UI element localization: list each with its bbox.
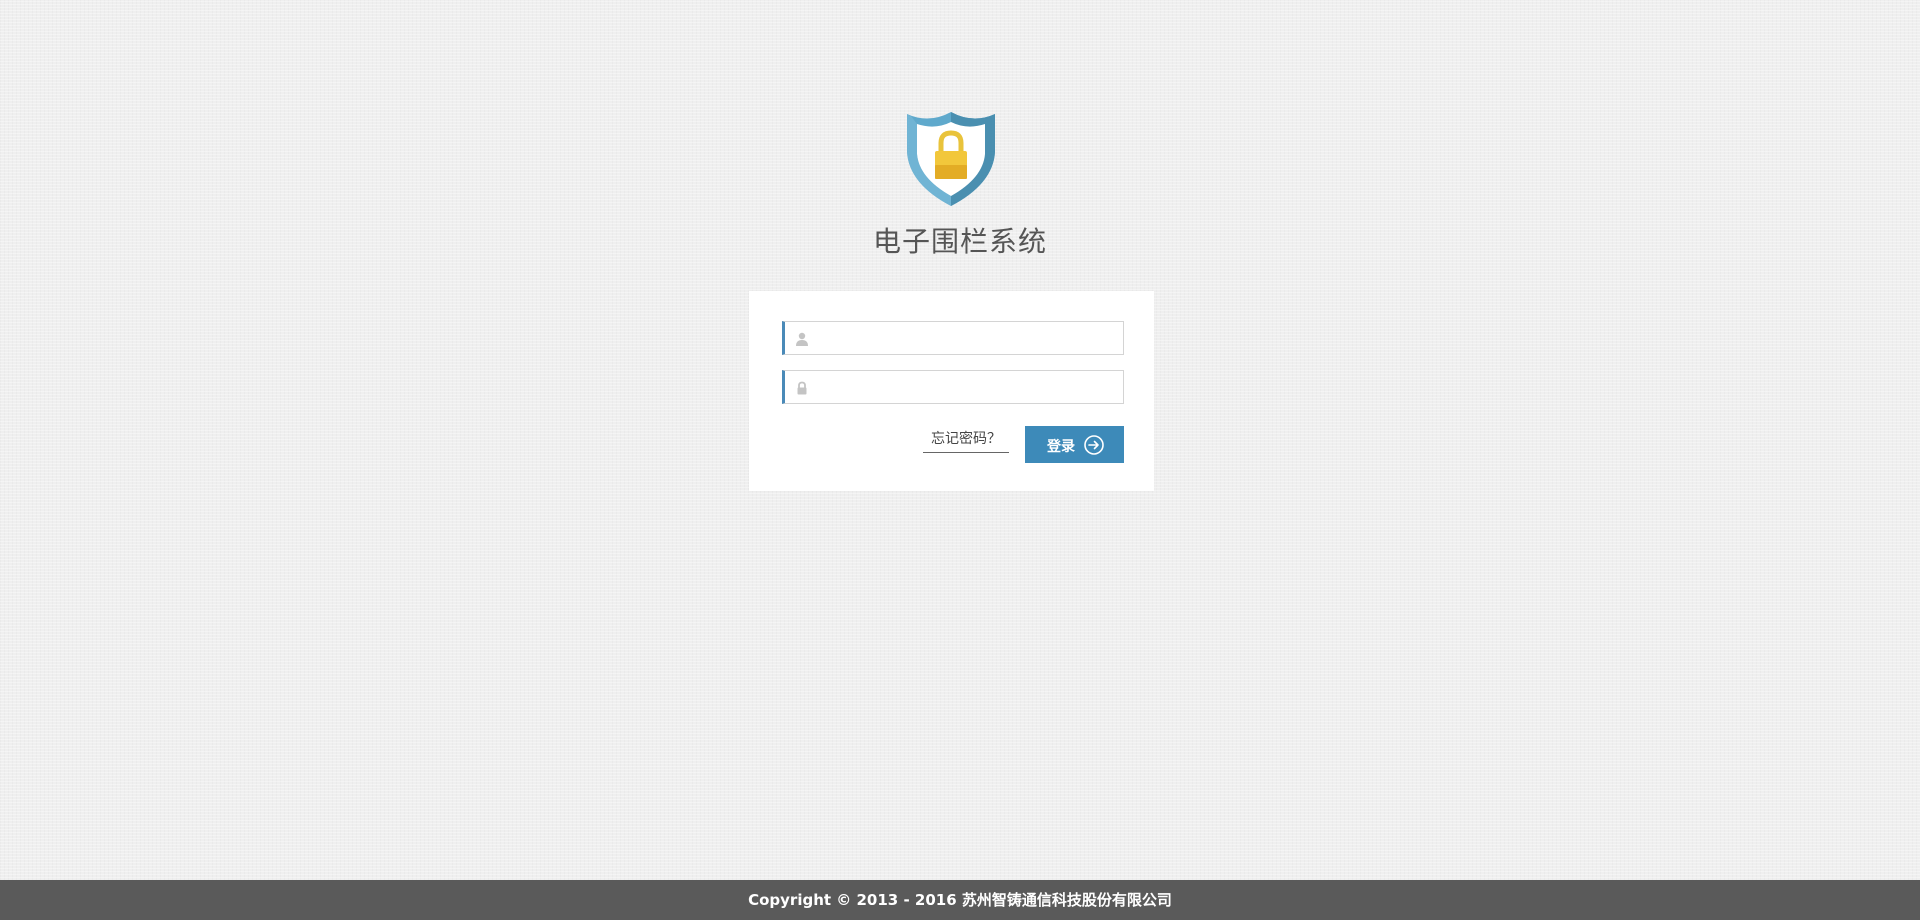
- user-icon: [795, 331, 809, 346]
- username-field[interactable]: [782, 321, 1124, 355]
- login-button[interactable]: 登录: [1025, 426, 1124, 463]
- username-input[interactable]: [819, 322, 1119, 354]
- password-input[interactable]: [819, 371, 1119, 403]
- page-title: 电子围栏系统: [872, 225, 1047, 258]
- shield-lock-icon: [903, 108, 999, 208]
- lock-icon: [795, 380, 809, 395]
- login-panel: 忘记密码？ 登录: [749, 291, 1154, 491]
- password-field[interactable]: [782, 370, 1124, 404]
- forgot-password-link[interactable]: 忘记密码？: [923, 426, 1009, 453]
- footer-copyright: Copyright © 2013 - 2016 苏州智铸通信科技股份有限公司: [0, 880, 1920, 920]
- arrow-right-circle-icon: [1083, 434, 1105, 456]
- login-button-label: 登录: [1047, 439, 1075, 455]
